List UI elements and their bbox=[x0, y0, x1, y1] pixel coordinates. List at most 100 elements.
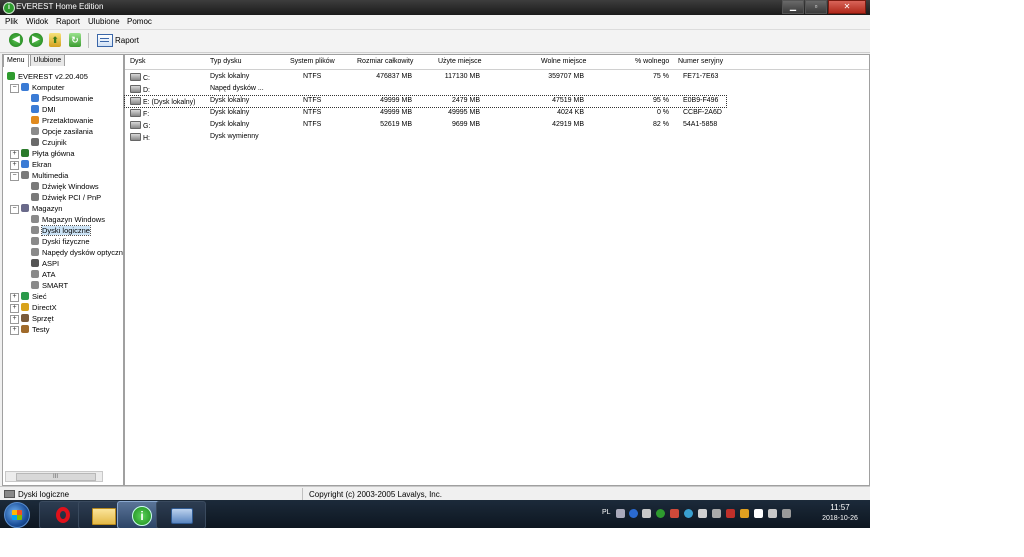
tree-item-magazyn[interactable]: − Magazyn bbox=[10, 203, 62, 214]
tree-item-label: Przetaktowanie bbox=[42, 116, 94, 125]
up-folder-icon[interactable]: ⬆ bbox=[49, 33, 61, 47]
tree-item-płyta-główna[interactable]: + Płyta główna bbox=[10, 148, 75, 159]
tree-item-magazyn-windows[interactable]: Magazyn Windows bbox=[31, 214, 105, 225]
tree-expander[interactable]: + bbox=[10, 161, 19, 170]
cell-serial: CCBF-2A6D bbox=[683, 109, 722, 116]
tree-item-napędy-dysków-optycznych[interactable]: Napędy dysków optycznych bbox=[31, 247, 123, 258]
scrollbar-thumb[interactable]: III bbox=[16, 473, 96, 481]
menu-raport[interactable]: Raport bbox=[56, 17, 80, 26]
keyboard-icon[interactable] bbox=[616, 509, 625, 518]
back-arrow-icon[interactable]: ◀ bbox=[9, 33, 23, 47]
tree-expander[interactable]: − bbox=[10, 172, 19, 181]
table-row[interactable]: G: Dysk lokalny NTFS 52619 MB 9699 MB 42919 M… bbox=[125, 120, 869, 131]
cell-disk: C: bbox=[130, 73, 205, 82]
speaker-icon[interactable] bbox=[782, 509, 791, 518]
motherboard-icon bbox=[21, 149, 29, 157]
column-header-filesystem[interactable]: System plików bbox=[290, 58, 335, 65]
tree-item-label: Płyta główna bbox=[32, 149, 75, 158]
column-header-serial[interactable]: Numer seryjny bbox=[678, 58, 723, 65]
tray-app-icon[interactable] bbox=[642, 509, 651, 518]
tree-expander[interactable]: + bbox=[10, 326, 19, 335]
tree-item-dźwięk-pci-pnp[interactable]: Dźwięk PCI / PnP bbox=[31, 192, 101, 203]
tree-item-dyski-logiczne[interactable]: Dyski logiczne bbox=[31, 225, 91, 236]
tree-item-sprzęt[interactable]: + Sprzęt bbox=[10, 313, 54, 324]
antivirus-icon[interactable] bbox=[670, 509, 679, 518]
column-header-type[interactable]: Typ dysku bbox=[210, 58, 242, 65]
cell-total: 49999 MB bbox=[380, 97, 412, 104]
menu-plik[interactable]: Plik bbox=[5, 17, 18, 26]
table-row[interactable]: F: Dysk lokalny NTFS 49999 MB 49995 MB 4024 K… bbox=[125, 108, 869, 119]
tree-item-label: Magazyn Windows bbox=[42, 215, 105, 224]
start-button[interactable] bbox=[4, 502, 30, 528]
table-row[interactable]: C: Dysk lokalny NTFS 476837 MB 117130 MB 3597… bbox=[125, 72, 869, 83]
cell-disk: F: bbox=[130, 109, 205, 118]
tab-menu[interactable]: Menu bbox=[3, 54, 29, 67]
menu-widok[interactable]: Widok bbox=[26, 17, 48, 26]
tree-item-directx[interactable]: + DirectX bbox=[10, 302, 57, 313]
forward-arrow-icon[interactable]: ▶ bbox=[29, 33, 43, 47]
computer-icon bbox=[31, 94, 39, 102]
tab-ulubione[interactable]: Ulubione bbox=[29, 54, 66, 66]
cell-type: Dysk lokalny bbox=[210, 121, 250, 128]
toolbar: ◀ ▶ ⬆ ↻ Raport bbox=[0, 30, 870, 53]
tree-item-komputer[interactable]: − Komputer bbox=[10, 82, 65, 93]
optical-drive-icon bbox=[31, 248, 39, 256]
report-button-label[interactable]: Raport bbox=[115, 36, 139, 45]
tree-item-podsumowanie[interactable]: Podsumowanie bbox=[31, 93, 93, 104]
column-header-percent-free[interactable]: % wolnego bbox=[635, 58, 669, 65]
tree-item-przetaktowanie[interactable]: Przetaktowanie bbox=[31, 115, 93, 126]
tree-item-multimedia[interactable]: − Multimedia bbox=[10, 170, 68, 181]
tree-expander[interactable]: − bbox=[10, 205, 19, 214]
tree-item-opcje-zasilania[interactable]: Opcje zasilania bbox=[31, 126, 93, 137]
menu-pomoc[interactable]: Pomoc bbox=[127, 17, 152, 26]
cell-total: 476837 MB bbox=[376, 73, 412, 80]
report-icon[interactable] bbox=[97, 34, 113, 47]
tree-item-testy[interactable]: + Testy bbox=[10, 324, 50, 335]
tree-item-dyski-fizyczne[interactable]: Dyski fizyczne bbox=[31, 236, 90, 247]
tree-item-everest-v2-20-405[interactable]: EVEREST v2.20.405 bbox=[7, 71, 88, 82]
table-row[interactable]: E: (Dysk lokalny) Dysk lokalny NTFS 49999 M… bbox=[124, 95, 727, 108]
column-header-total[interactable]: Rozmiar całkowity bbox=[357, 58, 413, 65]
tree-expander[interactable]: + bbox=[10, 315, 19, 324]
shield-icon[interactable] bbox=[726, 509, 735, 518]
tree-item-ekran[interactable]: + Ekran bbox=[10, 159, 52, 170]
close-button[interactable]: ✕ bbox=[828, 0, 866, 14]
taskbar-printer-app[interactable] bbox=[156, 501, 206, 528]
tree-expander[interactable]: + bbox=[10, 150, 19, 159]
tree-item-dźwięk-windows[interactable]: Dźwięk Windows bbox=[31, 181, 99, 192]
tree-expander[interactable]: + bbox=[10, 304, 19, 313]
column-header-used[interactable]: Użyte miejsce bbox=[438, 58, 482, 65]
tree-item-czujnik[interactable]: Czujnik bbox=[31, 137, 67, 148]
network-tray-icon[interactable] bbox=[684, 509, 693, 518]
tree-item-aspi[interactable]: ASPI bbox=[31, 258, 59, 269]
tree-item-sieć[interactable]: + Sieć bbox=[10, 291, 47, 302]
column-header-free[interactable]: Wolne miejsce bbox=[541, 58, 586, 65]
everest-tray-icon[interactable] bbox=[656, 509, 665, 518]
printer-tray-icon[interactable] bbox=[740, 509, 749, 518]
volume-icon[interactable] bbox=[698, 509, 707, 518]
minimize-button[interactable]: ▁ bbox=[782, 0, 804, 14]
tree-item-smart[interactable]: SMART bbox=[31, 280, 68, 291]
tree-item-label: DMI bbox=[42, 105, 56, 114]
tree-expander[interactable]: − bbox=[10, 84, 19, 93]
language-indicator[interactable]: PL bbox=[602, 509, 611, 516]
network-bars-icon[interactable] bbox=[768, 509, 777, 518]
table-row[interactable]: H: Dysk wymienny bbox=[125, 132, 869, 143]
usb-icon[interactable] bbox=[712, 509, 721, 518]
help-icon[interactable] bbox=[629, 509, 638, 518]
taskbar-clock[interactable]: 11:57 2018-10-26 bbox=[812, 503, 868, 522]
cell-percent-free: 82 % bbox=[653, 121, 669, 128]
action-center-flag-icon[interactable] bbox=[754, 509, 763, 518]
maximize-button[interactable]: ▫ bbox=[805, 0, 827, 14]
tree-horizontal-scrollbar[interactable]: III bbox=[5, 471, 103, 482]
menu-ulubione[interactable]: Ulubione bbox=[88, 17, 120, 26]
column-header-disk[interactable]: Dysk bbox=[130, 58, 146, 65]
tree-item-dmi[interactable]: DMI bbox=[31, 104, 56, 115]
refresh-icon[interactable]: ↻ bbox=[69, 33, 81, 47]
tree-item-ata[interactable]: ATA bbox=[31, 269, 55, 280]
title-bar[interactable]: i EVEREST Home Edition ▁ ▫ ✕ bbox=[0, 0, 870, 15]
drive-icon bbox=[130, 133, 141, 141]
tree-expander[interactable]: + bbox=[10, 293, 19, 302]
cell-type: Dysk wymienny bbox=[210, 133, 259, 140]
table-row[interactable]: D: Napęd dysków ... bbox=[125, 84, 869, 95]
